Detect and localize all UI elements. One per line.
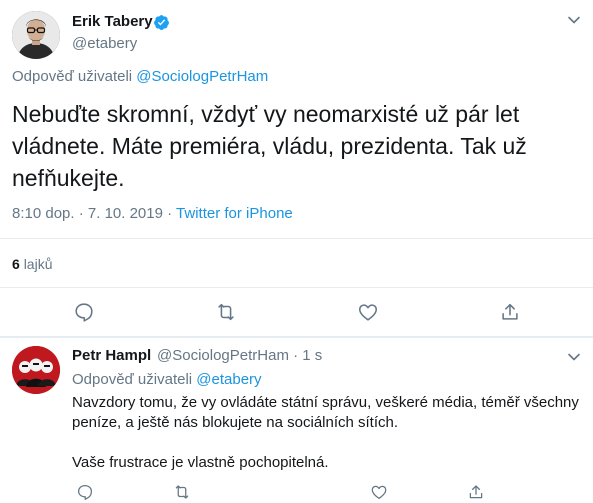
tweet-meta: 8:10 dop. · 7. 10. 2019 · Twitter for iP…: [12, 205, 293, 222]
reply-prefix: Odpověď uživateli: [12, 68, 133, 85]
author-avatar-image: [12, 11, 60, 59]
reply-author-avatar-image: [12, 346, 60, 394]
heart-icon[interactable]: [357, 301, 379, 323]
likes-stat[interactable]: 6 lajků: [12, 256, 52, 272]
heart-icon[interactable]: [370, 483, 388, 501]
tweet-text-line: vládnete. Máte premiéra, vládu, preziden…: [12, 133, 527, 159]
author-avatar[interactable]: [12, 11, 60, 59]
reply-author-name[interactable]: Petr Hampl: [72, 347, 151, 364]
divider: [0, 336, 593, 338]
retweet-icon[interactable]: [173, 483, 191, 501]
divider: [0, 238, 593, 239]
share-icon[interactable]: [467, 483, 485, 501]
tweet-text: Nebuďte skromní, vždyť vy neomarxisté už…: [12, 98, 572, 194]
tweet-timestamp[interactable]: 8:10 dop. · 7. 10. 2019 ·: [12, 205, 172, 222]
tweet-text-line: nefňukejte.: [12, 165, 125, 191]
reply-author-avatar[interactable]: [12, 346, 60, 394]
author-handle[interactable]: @etabery: [72, 35, 137, 52]
reply-text-line: Navzdory tomu, že vy ovládáte státní spr…: [72, 394, 579, 411]
reply-context: Odpověď uživateli @etabery: [72, 371, 262, 388]
retweet-icon[interactable]: [215, 301, 237, 323]
likes-count: 6: [12, 256, 20, 272]
tweet-text-line: Nebuďte skromní, vždyť vy neomarxisté už…: [12, 101, 520, 127]
reply-text-line: peníze, a ještě nás blokujete na sociáln…: [72, 414, 399, 431]
reply-prefix: Odpověď uživateli: [72, 371, 193, 388]
author-name[interactable]: Erik Tabery: [72, 13, 153, 30]
reply-author-handle-time[interactable]: @SociologPetrHam · 1 s: [157, 347, 322, 364]
chevron-down-icon[interactable]: [566, 349, 582, 365]
tweet-source-link[interactable]: Twitter for iPhone: [176, 205, 293, 222]
reply-to-link[interactable]: @etabery: [196, 371, 261, 388]
divider: [0, 287, 593, 288]
reply-to-link[interactable]: @SociologPetrHam: [136, 68, 268, 85]
share-icon[interactable]: [499, 301, 521, 323]
verified-badge-icon: [153, 14, 170, 31]
reply-icon[interactable]: [73, 301, 95, 323]
chevron-down-icon[interactable]: [566, 12, 582, 28]
reply-context: Odpověď uživateli @SociologPetrHam: [12, 68, 268, 85]
likes-label: lajků: [23, 256, 53, 272]
reply-icon[interactable]: [76, 483, 94, 501]
reply-text-line: Vaše frustrace je vlastně pochopitelná.: [72, 454, 329, 471]
